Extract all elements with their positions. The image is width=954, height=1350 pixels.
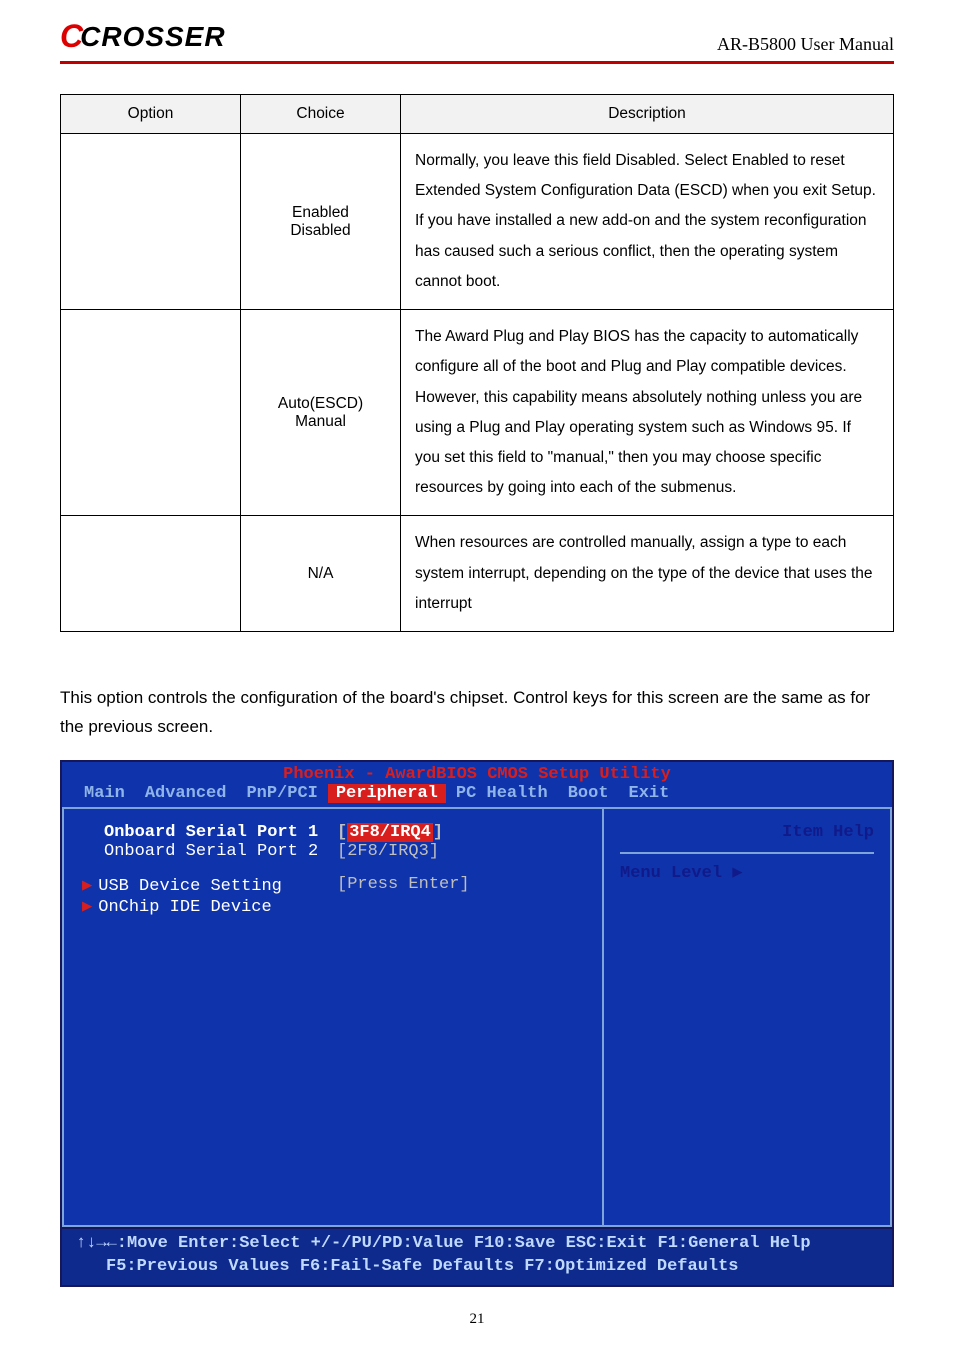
- table-row: Auto(ESCD) Manual The Award Plug and Pla…: [61, 310, 894, 516]
- document-title: AR-B5800 User Manual: [717, 34, 894, 55]
- bios-menu-pnppci[interactable]: PnP/PCI: [236, 784, 327, 803]
- options-table: Option Choice Description Enabled Disabl…: [60, 94, 894, 632]
- bios-item-label: Onboard Serial Port 1: [82, 823, 337, 842]
- bios-item-usb[interactable]: ▶ USB Device Setting [Press Enter]: [82, 875, 602, 896]
- bracket-close: ]: [433, 823, 443, 842]
- bios-item-label: USB Device Setting: [98, 877, 282, 896]
- cell-description: Normally, you leave this field Disabled.…: [401, 134, 894, 310]
- bios-menu-pchealth[interactable]: PC Health: [446, 784, 558, 803]
- table-header-row: Option Choice Description: [61, 95, 894, 134]
- cell-description: The Award Plug and Play BIOS has the cap…: [401, 310, 894, 516]
- logo: C CROSSER: [60, 18, 226, 55]
- page-number: 21: [60, 1311, 894, 1328]
- bios-menu-advanced[interactable]: Advanced: [135, 784, 237, 803]
- bios-item-value: [2F8/IRQ3]: [337, 842, 439, 861]
- bracket-open: [: [337, 823, 347, 842]
- bios-menu-main[interactable]: Main: [74, 784, 135, 803]
- menu-level-label: Menu Level ▶: [620, 852, 874, 883]
- col-option: Option: [61, 95, 241, 134]
- cell-option: [61, 134, 241, 310]
- table-row: N/A When resources are controlled manual…: [61, 516, 894, 632]
- bios-item-serial1[interactable]: Onboard Serial Port 1 [3F8/IRQ4]: [82, 823, 602, 842]
- cell-option: [61, 516, 241, 632]
- bios-footer: ↑↓→←:Move Enter:Select +/-/PU/PD:Value F…: [62, 1227, 892, 1285]
- bios-footer-line1: ↑↓→←:Move Enter:Select +/-/PU/PD:Value F…: [76, 1233, 878, 1256]
- bios-selected-value: 3F8/IRQ4: [347, 823, 433, 842]
- bios-screenshot: Phoenix - AwardBIOS CMOS Setup Utility M…: [60, 760, 894, 1287]
- bios-help-pane: Item Help Menu Level ▶: [602, 807, 892, 1227]
- bios-title: Phoenix - AwardBIOS CMOS Setup Utility: [62, 762, 892, 784]
- choice-value: N/A: [308, 565, 334, 582]
- submenu-arrow-icon: ▶: [82, 898, 92, 917]
- page-header: C CROSSER AR-B5800 User Manual: [0, 0, 954, 55]
- bios-item-label: OnChip IDE Device: [98, 898, 271, 917]
- bios-footer-line2: F5:Previous Values F6:Fail-Safe Defaults…: [76, 1256, 878, 1279]
- col-choice: Choice: [241, 95, 401, 134]
- bios-menu-peripheral[interactable]: Peripheral: [328, 784, 446, 803]
- col-description: Description: [401, 95, 894, 134]
- bios-item-value: [Press Enter]: [337, 875, 470, 896]
- section-paragraph: This option controls the configuration o…: [60, 684, 894, 742]
- table-row: Enabled Disabled Normally, you leave thi…: [61, 134, 894, 310]
- bios-item-ide[interactable]: ▶ OnChip IDE Device: [82, 896, 602, 917]
- bios-item-value: [3F8/IRQ4]: [337, 823, 443, 842]
- cell-choice: Auto(ESCD) Manual: [241, 310, 401, 516]
- bios-item-serial2[interactable]: Onboard Serial Port 2 [2F8/IRQ3]: [82, 842, 602, 861]
- bios-left-pane: Onboard Serial Port 1 [3F8/IRQ4] Onboard…: [62, 807, 602, 1227]
- cell-description: When resources are controlled manually, …: [401, 516, 894, 632]
- cell-choice: Enabled Disabled: [241, 134, 401, 310]
- bios-menu-boot[interactable]: Boot: [558, 784, 619, 803]
- choice-value: Manual: [295, 413, 346, 430]
- choice-value: Disabled: [290, 222, 350, 239]
- item-help-label: Item Help: [620, 823, 874, 842]
- submenu-arrow-icon: ▶: [82, 877, 92, 896]
- cell-choice: N/A: [241, 516, 401, 632]
- bios-menu-exit[interactable]: Exit: [619, 784, 680, 803]
- bios-menu-bar: Main Advanced PnP/PCI Peripheral PC Heal…: [62, 784, 892, 807]
- choice-value: Auto(ESCD): [278, 395, 363, 412]
- cell-option: [61, 310, 241, 516]
- logo-text: CROSSER: [80, 21, 225, 53]
- choice-value: Enabled: [292, 204, 349, 221]
- bios-item-label: Onboard Serial Port 2: [82, 842, 337, 861]
